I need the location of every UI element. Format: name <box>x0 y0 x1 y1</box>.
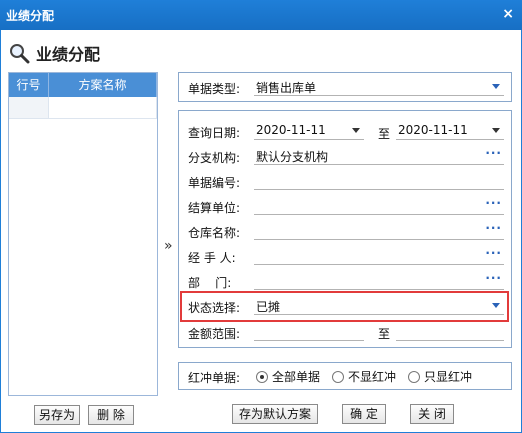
query-date-label: 查询日期: <box>188 126 241 140</box>
radio-hide-reverse[interactable]: 不显红冲 <box>332 368 396 385</box>
branch-field[interactable]: 默认分支机构 ··· <box>254 146 504 165</box>
dropdown-arrow-icon[interactable] <box>492 128 500 133</box>
date-to-label: 至 <box>378 127 391 141</box>
ok-button[interactable]: 确 定 <box>342 404 386 424</box>
page-heading: 业绩分配 <box>8 40 100 66</box>
column-row-number[interactable]: 行号 <box>9 73 49 97</box>
doc-type-select[interactable]: 销售出库单 <box>254 78 504 96</box>
table-cell-name <box>49 97 157 118</box>
date-from-picker[interactable]: 2020-11-11 <box>254 122 364 140</box>
radio-unchecked-icon[interactable] <box>408 370 420 383</box>
dropdown-arrow-icon[interactable] <box>352 128 360 133</box>
table-row[interactable] <box>9 97 157 119</box>
ellipsis-icon[interactable]: ··· <box>485 196 502 210</box>
ellipsis-icon[interactable]: ··· <box>485 221 502 235</box>
settle-unit-field[interactable]: ··· <box>254 196 504 215</box>
save-default-button[interactable]: 存为默认方案 <box>232 404 318 424</box>
table-header: 行号 方案名称 <box>9 73 157 97</box>
window-title: 业绩分配 <box>6 9 55 23</box>
branch-label: 分支机构: <box>188 151 241 165</box>
radio-only-reverse[interactable]: 只显红冲 <box>408 368 472 385</box>
page-title: 业绩分配 <box>36 45 101 64</box>
amount-to-input[interactable] <box>396 323 504 341</box>
doc-type-label: 单据类型: <box>188 82 241 96</box>
date-to-picker[interactable]: 2020-11-11 <box>396 122 504 140</box>
close-icon[interactable]: × <box>502 6 514 22</box>
handler-label: 经 手 人: <box>188 251 236 265</box>
expand-arrow-icon[interactable]: » <box>164 238 173 254</box>
radio-all-docs[interactable]: 全部单据 <box>256 368 320 385</box>
handler-field[interactable]: ··· <box>254 246 504 265</box>
amount-to-label: 至 <box>378 327 391 341</box>
status-highlight-box <box>180 291 509 322</box>
delete-button[interactable]: 删 除 <box>88 405 134 425</box>
department-field[interactable]: ··· <box>254 271 504 290</box>
department-label: 部 门: <box>188 276 232 290</box>
save-as-button[interactable]: 另存为 <box>34 405 80 425</box>
close-button[interactable]: 关 闭 <box>410 404 454 424</box>
warehouse-field[interactable]: ··· <box>254 221 504 240</box>
radio-unchecked-icon[interactable] <box>332 370 344 383</box>
warehouse-label: 仓库名称: <box>188 226 241 240</box>
reverse-label: 红冲单据: <box>188 371 241 385</box>
scheme-table: 行号 方案名称 <box>8 72 158 396</box>
table-cell-number <box>9 97 49 118</box>
amount-from-input[interactable] <box>254 323 364 341</box>
title-bar: 业绩分配 × <box>0 0 522 30</box>
ellipsis-icon[interactable]: ··· <box>485 146 502 160</box>
radio-checked-icon[interactable] <box>256 370 268 383</box>
settle-unit-label: 结算单位: <box>188 201 241 215</box>
dropdown-arrow-icon[interactable] <box>492 84 500 89</box>
doc-no-label: 单据编号: <box>188 176 241 190</box>
doc-no-input[interactable] <box>254 172 504 190</box>
magnifier-icon <box>10 44 30 64</box>
amount-label: 金额范围: <box>188 327 241 341</box>
ellipsis-icon[interactable]: ··· <box>485 271 502 285</box>
ellipsis-icon[interactable]: ··· <box>485 246 502 260</box>
column-scheme-name[interactable]: 方案名称 <box>49 73 157 97</box>
